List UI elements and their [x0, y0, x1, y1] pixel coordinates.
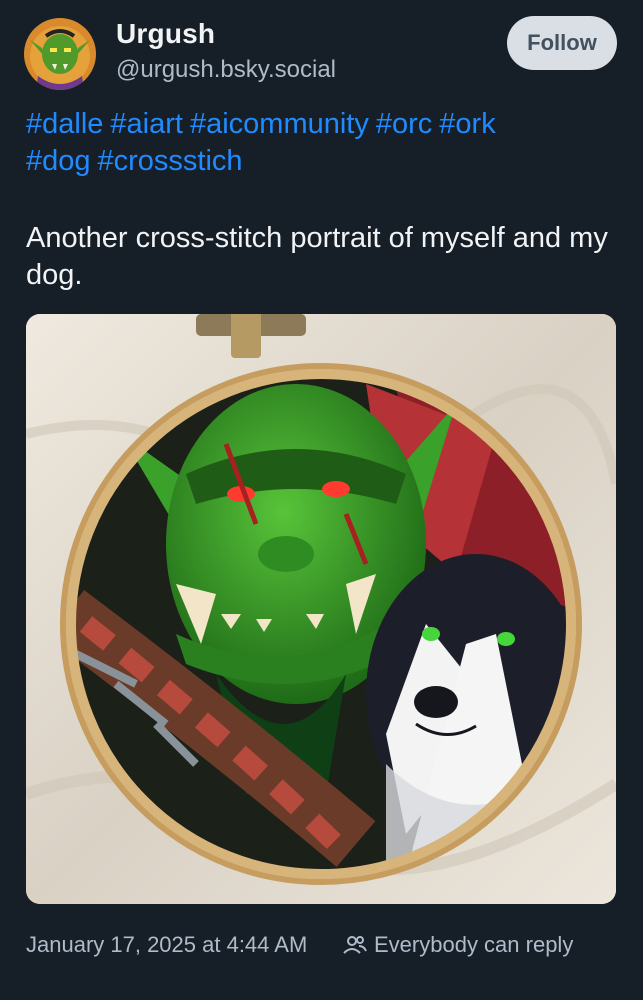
post: Urgush @urgush.bsky.social Follow #dalle… — [0, 0, 643, 1000]
people-icon — [343, 936, 367, 954]
reply-setting-label: Everybody can reply — [374, 932, 574, 957]
hashtag-link[interactable]: #aicommunity — [190, 108, 369, 140]
post-image[interactable] — [26, 314, 616, 904]
reply-setting[interactable]: Everybody can reply — [342, 930, 573, 960]
hashtag-link[interactable]: #crossstich — [98, 145, 243, 177]
hashtag-list: #dalle #aiart #aicommunity #orc #ork #dog #cro… — [26, 106, 616, 180]
hashtag-link[interactable]: #dalle — [26, 108, 103, 140]
hashtag-link[interactable]: #dog — [26, 145, 91, 177]
display-name[interactable]: Urgush — [116, 16, 336, 52]
follow-button[interactable]: Follow — [507, 16, 617, 70]
orc-avatar-icon[interactable] — [24, 18, 96, 90]
hashtag-link[interactable]: #orc — [376, 108, 432, 140]
post-text: Another cross-stitch portrait of myself … — [26, 222, 608, 291]
author-handle[interactable]: @urgush.bsky.social — [116, 54, 336, 86]
hashtag-link[interactable]: #aiart — [110, 108, 183, 140]
post-timestamp[interactable]: January 17, 2025 at 4:44 AM — [26, 930, 307, 960]
hashtag-link[interactable]: #ork — [439, 108, 495, 140]
author-info[interactable]: Urgush @urgush.bsky.social — [116, 16, 336, 86]
